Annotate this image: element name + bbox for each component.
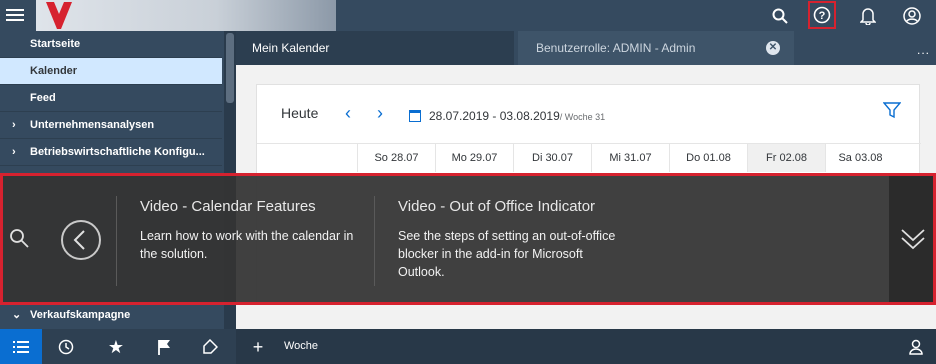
carousel-item-description: Learn how to work with the calendar in t… <box>140 229 354 261</box>
chevron-left-icon[interactable]: ‹ <box>345 103 351 124</box>
date-range-text: 28.07.2019 - 03.08.2019 <box>429 109 560 123</box>
tab-label: Mein Kalender <box>252 41 330 55</box>
sidebar-item-label: Startseite <box>30 38 81 50</box>
more-icon[interactable]: ... <box>917 43 930 57</box>
view-label[interactable]: Woche <box>284 340 318 352</box>
bell-icon[interactable] <box>856 4 880 28</box>
date-range[interactable]: 28.07.2019 - 03.08.2019/ Woche 31 <box>429 109 605 123</box>
day-header[interactable]: Do 01.08 <box>669 144 747 172</box>
day-header[interactable]: Mi 31.07 <box>591 144 669 172</box>
clock-icon[interactable] <box>56 337 76 357</box>
tab-mein-kalender[interactable]: Mein Kalender <box>236 31 514 65</box>
sidebar-item-label: Feed <box>30 92 56 104</box>
tab-label: Benutzerrolle: ADMIN - Admin <box>536 41 696 55</box>
carousel-item-title[interactable]: Video - Calendar Features <box>140 198 316 215</box>
sidebar-item-label: Unternehmensanalysen <box>30 119 155 131</box>
svg-text:?: ? <box>819 10 826 22</box>
carousel-item-title[interactable]: Video - Out of Office Indicator <box>398 198 595 215</box>
shell-header: ? <box>0 0 936 31</box>
sidebar-item-feed[interactable]: Feed <box>0 85 222 112</box>
chevron-right-icon: › <box>12 146 16 158</box>
separator <box>374 196 375 286</box>
star-icon[interactable]: ★ <box>106 337 126 357</box>
search-icon[interactable] <box>768 4 792 28</box>
chevron-left-icon <box>73 230 85 250</box>
user-icon[interactable] <box>900 4 924 28</box>
double-chevron-down-icon[interactable] <box>899 226 927 252</box>
day-header[interactable]: Sa 03.08 <box>825 144 895 172</box>
add-icon[interactable]: + <box>248 337 268 357</box>
chevron-down-icon: ⌄ <box>12 309 22 321</box>
filter-icon[interactable] <box>883 101 901 119</box>
sidebar-item-label: Verkaufskampagne <box>30 309 131 321</box>
day-header[interactable]: So 28.07 <box>357 144 435 172</box>
sidebar-item-kalender[interactable]: Kalender <box>0 58 222 85</box>
chevron-right-icon[interactable]: › <box>377 103 383 124</box>
collapse-panel <box>889 176 933 302</box>
sidebar-item-label: Betriebswirtschaftliche Konfigu... <box>30 146 205 158</box>
list-icon[interactable] <box>0 329 42 364</box>
carousel-prev-button[interactable] <box>61 220 101 260</box>
day-header-row: So 28.07 Mo 29.07 Di 30.07 Mi 31.07 Do 0… <box>257 143 921 172</box>
sidebar-item-betriebswirtschaftliche-konfiguration[interactable]: › Betriebswirtschaftliche Konfigu... <box>0 139 222 166</box>
tab-bar: Mein Kalender Benutzerrolle: ADMIN - Adm… <box>236 31 936 65</box>
header-banner <box>36 0 336 31</box>
tag-icon[interactable] <box>200 337 220 357</box>
close-icon[interactable]: ✕ <box>766 41 780 55</box>
sidebar-scroll-thumb[interactable] <box>226 33 234 103</box>
sidebar-item-unternehmensanalysen[interactable]: › Unternehmensanalysen <box>0 112 222 139</box>
chevron-right-icon: › <box>12 119 16 131</box>
day-header[interactable]: Di 30.07 <box>513 144 591 172</box>
bottom-toolbar: ★ + Woche <box>0 329 936 364</box>
day-header-highlighted[interactable]: Fr 02.08 <box>747 144 825 172</box>
menu-icon[interactable] <box>6 6 24 24</box>
today-button[interactable]: Heute <box>281 105 318 121</box>
help-icon[interactable]: ? <box>808 1 836 29</box>
carousel-item-description: See the steps of setting an out-of-offic… <box>398 229 616 279</box>
help-carousel-overlay: Video - Calendar Features Learn how to w… <box>0 173 936 305</box>
separator <box>116 196 117 286</box>
sidebar-item-verkaufskampagne[interactable]: ⌄ Verkaufskampagne <box>0 302 222 329</box>
sidebar-item-startseite[interactable]: Startseite <box>0 31 222 58</box>
company-logo <box>46 2 72 29</box>
person-icon[interactable] <box>906 337 926 357</box>
flag-icon[interactable] <box>154 337 174 357</box>
tab-benutzerrolle[interactable]: Benutzerrolle: ADMIN - Admin ✕ <box>518 31 794 65</box>
day-header[interactable]: Mo 29.07 <box>435 144 513 172</box>
sidebar-item-label: Kalender <box>30 65 78 77</box>
week-label: / Woche 31 <box>559 112 606 122</box>
calendar-icon[interactable] <box>409 110 421 122</box>
search-icon[interactable] <box>9 228 29 248</box>
